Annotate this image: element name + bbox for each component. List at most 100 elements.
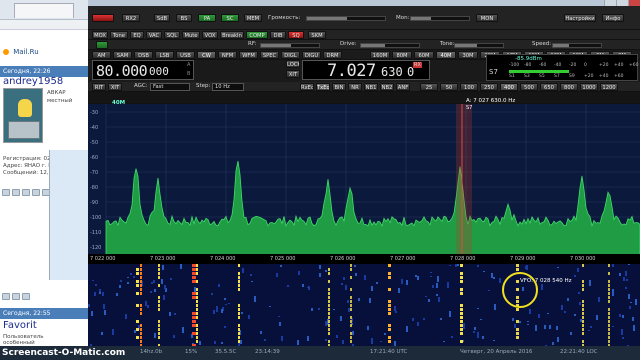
mode-sam[interactable]: SAM <box>113 51 132 59</box>
tone-slider[interactable] <box>454 43 504 48</box>
vfo-a-display[interactable]: 80.000 000 A B <box>92 60 194 80</box>
mode-lsb[interactable]: LSB <box>155 51 174 59</box>
mode-dsb[interactable]: DSB <box>134 51 153 59</box>
settings-button[interactable]: Настройки <box>564 14 596 22</box>
eq-button[interactable]: EQ <box>130 31 144 39</box>
signal-streak <box>158 284 160 287</box>
flag-anf[interactable]: ANF <box>396 83 410 91</box>
sql-button[interactable]: SQL <box>164 31 180 39</box>
vox-button[interactable]: VOX <box>202 31 218 39</box>
bookmark-mailru[interactable]: Mail.Ru <box>0 47 88 58</box>
rx2-button[interactable]: RX2 <box>122 14 140 22</box>
vfo-a-label: A <box>187 62 191 68</box>
band-40m[interactable]: 40M <box>436 51 456 59</box>
post1-reply-icons[interactable] <box>2 293 86 301</box>
mem-button[interactable]: MEM <box>244 14 262 22</box>
sdb-button[interactable]: SdB <box>154 14 170 22</box>
flag-nr[interactable]: NR <box>348 83 362 91</box>
flag-nb2[interactable]: NB2 <box>380 83 394 91</box>
tone-button[interactable]: Tone <box>110 31 128 39</box>
volume-slider[interactable] <box>306 16 386 21</box>
sc-button[interactable]: SC <box>221 14 239 22</box>
play-button[interactable] <box>96 41 108 49</box>
mode-am[interactable]: AM <box>92 51 111 59</box>
flag-nb1[interactable]: NB1 <box>364 83 378 91</box>
flag-txeq[interactable]: TxEq <box>316 83 330 91</box>
breakin-button[interactable]: BreakIn <box>220 31 244 39</box>
mode-digl[interactable]: DIGL <box>281 51 300 59</box>
waterfall-noise <box>477 265 479 267</box>
spectrum-graph[interactable]: -30 -40 -50 -60 -70 -80 -90 -100 -110 -120 <box>88 104 640 263</box>
mode-cw[interactable]: CW <box>197 51 216 59</box>
mode-nfm[interactable]: NFM <box>218 51 237 59</box>
rf-label: RF: <box>248 41 257 47</box>
mon-slider[interactable] <box>410 16 470 21</box>
mode-usb[interactable]: USB <box>176 51 195 59</box>
mode-drm[interactable]: DRM <box>323 51 342 59</box>
bs-button[interactable]: BS <box>176 14 192 22</box>
filter-100[interactable]: 100 <box>460 83 478 91</box>
mox-button[interactable]: MOX <box>92 31 108 39</box>
speed-slider[interactable] <box>552 43 602 48</box>
filter-500[interactable]: 500 <box>520 83 538 91</box>
filter-50[interactable]: 50 <box>440 83 458 91</box>
post2-username[interactable]: Favorit <box>0 320 88 332</box>
mode-digu[interactable]: DIGU <box>302 51 321 59</box>
waterfall-noise <box>447 282 449 288</box>
waterfall-graph[interactable] <box>88 264 640 346</box>
flag-rxeq[interactable]: RxEq <box>300 83 314 91</box>
sq-button[interactable]: SQ <box>288 31 304 39</box>
mon-button[interactable]: MON <box>476 14 498 22</box>
vac-button[interactable]: VAC <box>146 31 162 39</box>
filter-800[interactable]: 800 <box>560 83 578 91</box>
filter-passband <box>456 104 472 262</box>
filter-650[interactable]: 650 <box>540 83 558 91</box>
waterfall-panel[interactable]: VFO: 7 028 540 Hz <box>88 264 640 346</box>
waterfall-noise <box>345 285 347 290</box>
agc-dropdown[interactable]: Fast <box>150 83 190 91</box>
status-item: 15% <box>185 349 198 355</box>
signal-streak <box>608 308 610 311</box>
signal-streak <box>196 308 198 311</box>
step-dropdown[interactable]: 10 Hz <box>212 83 244 91</box>
rf-slider[interactable] <box>260 43 320 48</box>
post1-username[interactable]: andrey1958 <box>0 76 88 88</box>
mute-button[interactable]: Mute <box>182 31 200 39</box>
signal-streak <box>328 296 330 299</box>
signal-streak <box>608 300 610 303</box>
filter-250[interactable]: 250 <box>480 83 498 91</box>
avatar-face <box>18 99 32 117</box>
band-60m[interactable]: 60M <box>414 51 434 59</box>
band-30m[interactable]: 30M <box>458 51 478 59</box>
xit-button[interactable]: XIT <box>286 70 300 78</box>
band-160m[interactable]: 160M <box>370 51 390 59</box>
waterfall-noise <box>371 338 373 344</box>
drive-slider[interactable] <box>360 43 420 48</box>
dib-button[interactable]: DIB <box>270 31 286 39</box>
spectrum-panel[interactable]: -30 -40 -50 -60 -70 -80 -90 -100 -110 -120 40M A:… <box>88 98 640 263</box>
filter-25[interactable]: 25 <box>420 83 438 91</box>
power-button[interactable] <box>92 14 114 22</box>
waterfall-noise <box>347 300 349 303</box>
comp-button[interactable]: COMP <box>246 31 268 39</box>
band-80m[interactable]: 80M <box>392 51 412 59</box>
sdr-application: RX2 SdB BS PA SC MEM Громкость: Mon: MON… <box>88 0 640 346</box>
pa-button[interactable]: PA <box>198 14 216 22</box>
filter-1200[interactable]: 1200 <box>600 83 618 91</box>
filter-400[interactable]: 400 <box>500 83 518 91</box>
mode-wfm[interactable]: WFM <box>239 51 258 59</box>
waterfall-noise <box>133 276 135 278</box>
signal-streak <box>158 272 160 275</box>
flag-bin[interactable]: BIN <box>332 83 346 91</box>
info-button[interactable]: Инфо <box>602 14 624 22</box>
waterfall-noise <box>369 298 371 303</box>
user-avatar[interactable] <box>3 88 43 143</box>
skm-button[interactable]: SKM <box>308 31 326 39</box>
mode-spec[interactable]: SPEC <box>260 51 279 59</box>
filter-1000[interactable]: 1000 <box>580 83 598 91</box>
browser-tab[interactable] <box>14 3 74 18</box>
lock-button[interactable]: LOCK <box>286 60 300 68</box>
xit-toggle[interactable]: XIT <box>108 83 122 91</box>
rit-button[interactable]: RIT <box>92 83 106 91</box>
vfo-b-display[interactable]: 7.027 630 0 RX <box>302 60 430 81</box>
